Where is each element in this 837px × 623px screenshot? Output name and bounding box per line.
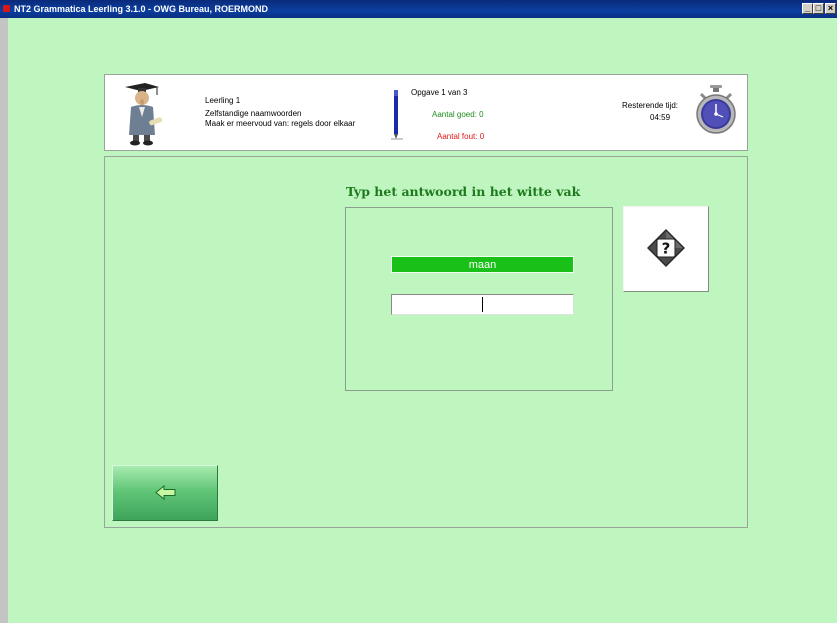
exercise-prompt: Typ het antwoord in het witte vak	[346, 184, 581, 199]
pen-icon	[391, 90, 403, 140]
remaining-time-value: 04:59	[650, 113, 671, 122]
progress-label: Opgave 1 van 3	[411, 88, 468, 97]
back-button[interactable]	[112, 465, 218, 521]
window-title: NT2 Grammatica Leerling 3.1.0 - OWG Bure…	[14, 4, 269, 14]
question-mark-icon: ?	[647, 229, 685, 267]
correct-count: Aantal goed: 0	[432, 110, 484, 119]
info-header: Leerling 1 Zelfstandige naamwoorden Maak…	[104, 74, 748, 151]
arrow-left-icon	[155, 485, 176, 500]
minimize-button[interactable]: _	[802, 3, 813, 14]
help-button[interactable]: ?	[623, 206, 709, 292]
subject-label: Zelfstandige naamwoorden	[205, 109, 302, 118]
svg-text:?: ?	[662, 240, 671, 258]
close-button[interactable]: ×	[825, 3, 836, 14]
remaining-time-label: Resterende tijd:	[622, 101, 679, 110]
window-border	[0, 18, 8, 623]
title-bar: NT2 Grammatica Leerling 3.1.0 - OWG Bure…	[0, 0, 837, 18]
app-icon	[3, 5, 10, 12]
wrong-count: Aantal fout: 0	[437, 132, 485, 141]
maximize-button[interactable]: □	[813, 3, 824, 14]
student-name: Leerling 1	[205, 96, 241, 105]
graduate-teacher-icon	[125, 83, 163, 146]
instruction-label: Maak er meervoud van: regels door elkaar	[205, 119, 356, 128]
stopwatch-icon	[696, 85, 736, 134]
text-caret	[482, 297, 483, 312]
question-word: maan	[391, 256, 574, 273]
